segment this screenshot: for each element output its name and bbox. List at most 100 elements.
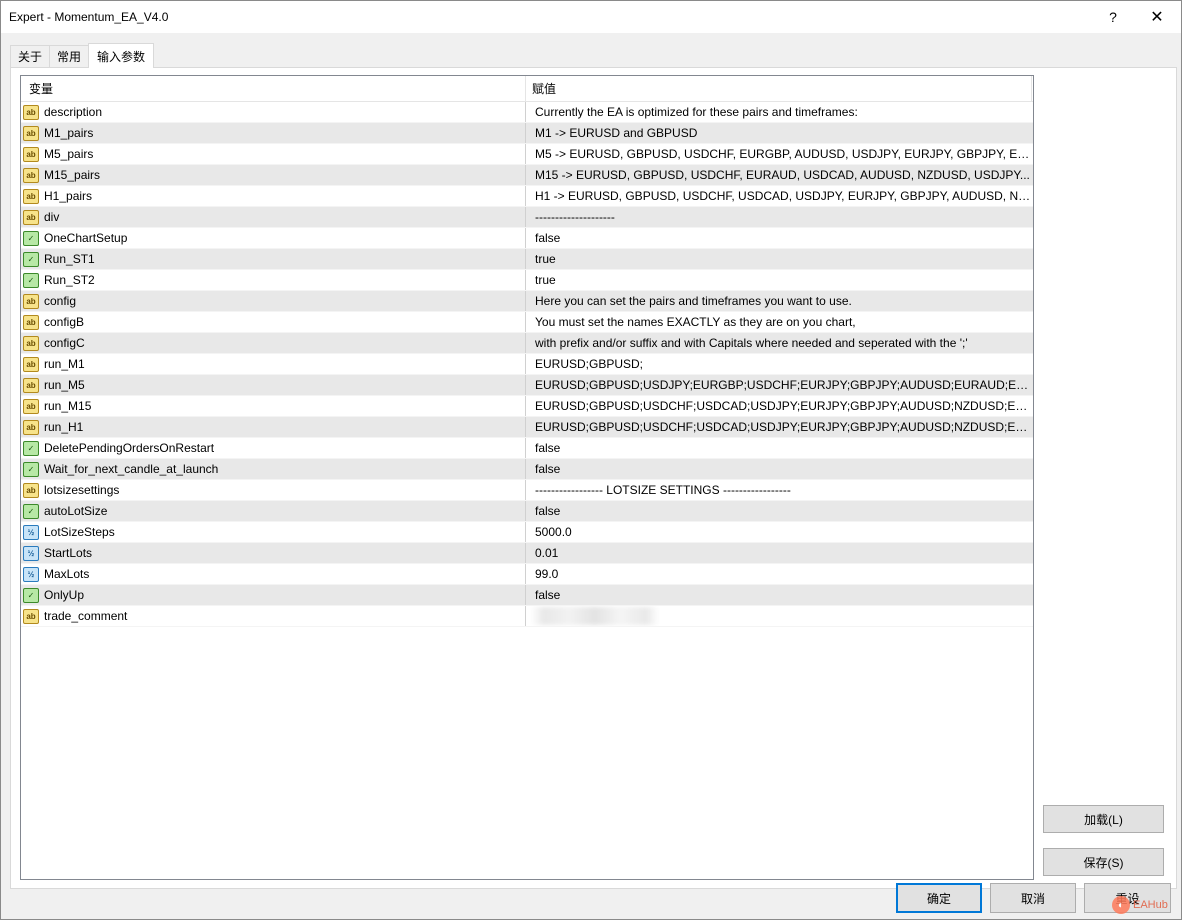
table-row[interactable]: ab lotsizesettings ----------------- LOTSI… xyxy=(21,480,1033,501)
tab-common[interactable]: 常用 xyxy=(49,45,90,67)
variable-value: M15 -> EURUSD, GBPUSD, USDCHF, EURAUD, U… xyxy=(535,168,1030,182)
table-row[interactable]: ab run_M1 EURUSD;GBPUSD; xyxy=(21,354,1033,375)
table-row[interactable]: ab configB You must set the names EXACTLY … xyxy=(21,312,1033,333)
variable-cell: ab run_M5 xyxy=(21,375,526,395)
table-row[interactable]: ½ MaxLots 99.0 xyxy=(21,564,1033,585)
value-cell[interactable]: false xyxy=(526,228,1032,248)
value-cell[interactable]: false xyxy=(526,438,1032,458)
table-row[interactable]: ✓ Run_ST1 true xyxy=(21,249,1033,270)
variable-name: Run_ST2 xyxy=(44,273,95,287)
value-cell[interactable]: EURUSD;GBPUSD;USDJPY;EURGBP;USDCHF;EURJP… xyxy=(526,375,1032,395)
value-cell[interactable]: Here you can set the pairs and timeframe… xyxy=(526,291,1032,311)
variable-name: OnlyUp xyxy=(44,588,85,602)
variable-name: H1_pairs xyxy=(44,189,93,203)
table-row[interactable]: ½ StartLots 0.01 xyxy=(21,543,1033,564)
column-header-variable[interactable]: 变量 xyxy=(21,76,526,101)
bool-type-icon: ✓ xyxy=(23,272,39,288)
value-cell[interactable]: 5000.0 xyxy=(526,522,1032,542)
watermark: ◐ EAHub xyxy=(1112,896,1168,914)
string-type-icon: ab xyxy=(23,314,39,330)
table-row[interactable]: ✓ OneChartSetup false xyxy=(21,228,1033,249)
tab-inputs[interactable]: 输入参数 xyxy=(88,43,155,68)
grid-header: 变量 赋值 xyxy=(21,76,1033,102)
table-row[interactable]: ✓ DeletePendingOrdersOnRestart false xyxy=(21,438,1033,459)
value-cell[interactable]: Currently the EA is optimized for these … xyxy=(526,102,1032,122)
value-cell[interactable]: EURUSD;GBPUSD;USDCHF;USDCAD;USDJPY;EURJP… xyxy=(526,396,1032,416)
variable-name: run_H1 xyxy=(44,420,84,434)
value-cell[interactable]: false xyxy=(526,585,1032,605)
table-row[interactable]: ✓ Run_ST2 true xyxy=(21,270,1033,291)
string-type-icon: ab xyxy=(23,419,39,435)
table-row[interactable]: ab M5_pairs M5 -> EURUSD, GBPUSD, USDCHF, … xyxy=(21,144,1033,165)
variable-value: -------------------- xyxy=(535,210,615,224)
variable-cell: ab lotsizesettings xyxy=(21,480,526,500)
variable-name: lotsizesettings xyxy=(44,483,120,497)
variable-cell: ab div xyxy=(21,207,526,227)
table-row[interactable]: ab run_M5 EURUSD;GBPUSD;USDJPY;EURGBP;USDC… xyxy=(21,375,1033,396)
string-type-icon: ab xyxy=(23,209,39,225)
table-row[interactable]: ½ LotSizeSteps 5000.0 xyxy=(21,522,1033,543)
load-button[interactable]: 加载(L) xyxy=(1043,805,1164,833)
value-cell[interactable]: M5 -> EURUSD, GBPUSD, USDCHF, EURGBP, AU… xyxy=(526,144,1032,164)
variable-name: OneChartSetup xyxy=(44,231,128,245)
variable-value: H1 -> EURUSD, GBPUSD, USDCHF, USDCAD, US… xyxy=(535,189,1032,203)
string-type-icon: ab xyxy=(23,167,39,183)
table-row[interactable]: ab M15_pairs M15 -> EURUSD, GBPUSD, USDCHF… xyxy=(21,165,1033,186)
bool-type-icon: ✓ xyxy=(23,503,39,519)
table-row[interactable]: ab M1_pairs M1 -> EURUSD and GBPUSD xyxy=(21,123,1033,144)
table-row[interactable]: ab configC with prefix and/or suffix and w… xyxy=(21,333,1033,354)
variable-value: true xyxy=(535,252,556,266)
grid-body: ab description Currently the EA is optimiz… xyxy=(21,102,1033,627)
variable-name: MaxLots xyxy=(44,567,90,581)
value-cell[interactable]: false xyxy=(526,501,1032,521)
double-type-icon: ½ xyxy=(23,524,39,540)
table-row[interactable]: ab div -------------------- xyxy=(21,207,1033,228)
string-type-icon: ab xyxy=(23,293,39,309)
value-cell[interactable] xyxy=(526,606,1032,626)
ok-button[interactable]: 确定 xyxy=(896,883,982,913)
variable-name: autoLotSize xyxy=(44,504,108,518)
variable-name: config xyxy=(44,294,77,308)
table-row[interactable]: ab run_H1 EURUSD;GBPUSD;USDCHF;USDCAD;USDJ… xyxy=(21,417,1033,438)
value-cell[interactable]: EURUSD;GBPUSD; xyxy=(526,354,1032,374)
variable-value: false xyxy=(535,462,561,476)
save-button[interactable]: 保存(S) xyxy=(1043,848,1164,876)
value-cell[interactable]: 0.01 xyxy=(526,543,1032,563)
variable-value: EURUSD;GBPUSD;USDJPY;EURGBP;USDCHF;EURJP… xyxy=(535,378,1032,392)
table-row[interactable]: ab config Here you can set the pairs and t… xyxy=(21,291,1033,312)
cancel-button[interactable]: 取消 xyxy=(990,883,1076,913)
close-icon: ✕ xyxy=(1150,9,1164,26)
value-cell[interactable]: true xyxy=(526,249,1032,269)
value-cell[interactable]: You must set the names EXACTLY as they a… xyxy=(526,312,1032,332)
value-cell[interactable]: 99.0 xyxy=(526,564,1032,584)
value-cell[interactable]: false xyxy=(526,459,1032,479)
value-cell[interactable]: ----------------- LOTSIZE SETTINGS -----… xyxy=(526,480,1032,500)
table-row[interactable]: ab H1_pairs H1 -> EURUSD, GBPUSD, USDCHF, … xyxy=(21,186,1033,207)
value-cell[interactable]: M15 -> EURUSD, GBPUSD, USDCHF, EURAUD, U… xyxy=(526,165,1032,185)
value-cell[interactable]: true xyxy=(526,270,1032,290)
table-row[interactable]: ✓ autoLotSize false xyxy=(21,501,1033,522)
variable-cell: ½ LotSizeSteps xyxy=(21,522,526,542)
table-row[interactable]: ✓ Wait_for_next_candle_at_launch false xyxy=(21,459,1033,480)
value-cell[interactable]: with prefix and/or suffix and with Capit… xyxy=(526,333,1032,353)
variable-value: EURUSD;GBPUSD;USDCHF;USDCAD;USDJPY;EURJP… xyxy=(535,399,1032,413)
bool-type-icon: ✓ xyxy=(23,461,39,477)
value-cell[interactable]: M1 -> EURUSD and GBPUSD xyxy=(526,123,1032,143)
value-cell[interactable]: EURUSD;GBPUSD;USDCHF;USDCAD;USDJPY;EURJP… xyxy=(526,417,1032,437)
string-type-icon: ab xyxy=(23,482,39,498)
variable-value: 5000.0 xyxy=(535,525,572,539)
close-button[interactable]: ✕ xyxy=(1135,1,1179,33)
column-header-value[interactable]: 赋值 xyxy=(526,76,1031,101)
variable-name: LotSizeSteps xyxy=(44,525,115,539)
help-button[interactable]: ? xyxy=(1091,1,1135,33)
table-row[interactable]: ab description Currently the EA is optimiz… xyxy=(21,102,1033,123)
variable-value: 99.0 xyxy=(535,567,559,581)
value-cell[interactable]: -------------------- xyxy=(526,207,1032,227)
tab-about[interactable]: 关于 xyxy=(10,45,51,67)
variable-cell: ab M15_pairs xyxy=(21,165,526,185)
table-row[interactable]: ab run_M15 EURUSD;GBPUSD;USDCHF;USDCAD;USD… xyxy=(21,396,1033,417)
table-row[interactable]: ab trade_comment xyxy=(21,606,1033,627)
value-cell[interactable]: H1 -> EURUSD, GBPUSD, USDCHF, USDCAD, US… xyxy=(526,186,1032,206)
table-row[interactable]: ✓ OnlyUp false xyxy=(21,585,1033,606)
variable-value: false xyxy=(535,231,561,245)
